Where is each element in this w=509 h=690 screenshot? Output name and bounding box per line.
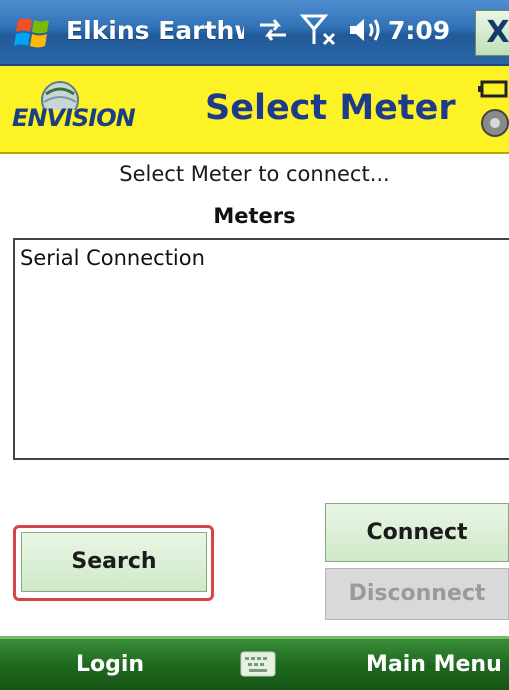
keyboard-icon[interactable]	[240, 651, 276, 677]
envision-logo: ENVISION	[12, 78, 152, 144]
page-title: Select Meter	[205, 88, 456, 128]
status-icons	[256, 14, 386, 50]
battery-icon	[478, 80, 508, 98]
meters-label: Meters	[213, 204, 296, 228]
list-item[interactable]: Serial Connection	[15, 240, 509, 270]
data-sync-icon[interactable]	[256, 15, 290, 49]
connect-prompt: Select Meter to connect...	[119, 162, 390, 186]
clock[interactable]: 7:09	[388, 16, 450, 45]
app-header: ENVISION Select Meter	[0, 66, 509, 154]
disk-icon	[481, 109, 509, 137]
volume-icon[interactable]	[348, 15, 386, 49]
search-button[interactable]: Search	[21, 532, 207, 592]
meters-list[interactable]: Serial Connection	[13, 238, 509, 460]
soft-key-bar: Login Main Menu	[0, 636, 509, 690]
close-button[interactable]: X	[475, 10, 509, 56]
signal-off-icon[interactable]	[299, 12, 342, 52]
login-softkey[interactable]: Login	[76, 652, 144, 677]
main-menu-softkey[interactable]: Main Menu	[366, 652, 502, 677]
app-title: Elkins Earthworl	[66, 16, 244, 45]
logo-text: ENVISION	[12, 104, 136, 132]
title-bar: Elkins Earthworl 7:09 X	[0, 0, 509, 66]
connect-button[interactable]: Connect	[325, 503, 509, 562]
windows-start-icon[interactable]	[14, 14, 54, 52]
disconnect-button[interactable]: Disconnect	[325, 568, 509, 620]
